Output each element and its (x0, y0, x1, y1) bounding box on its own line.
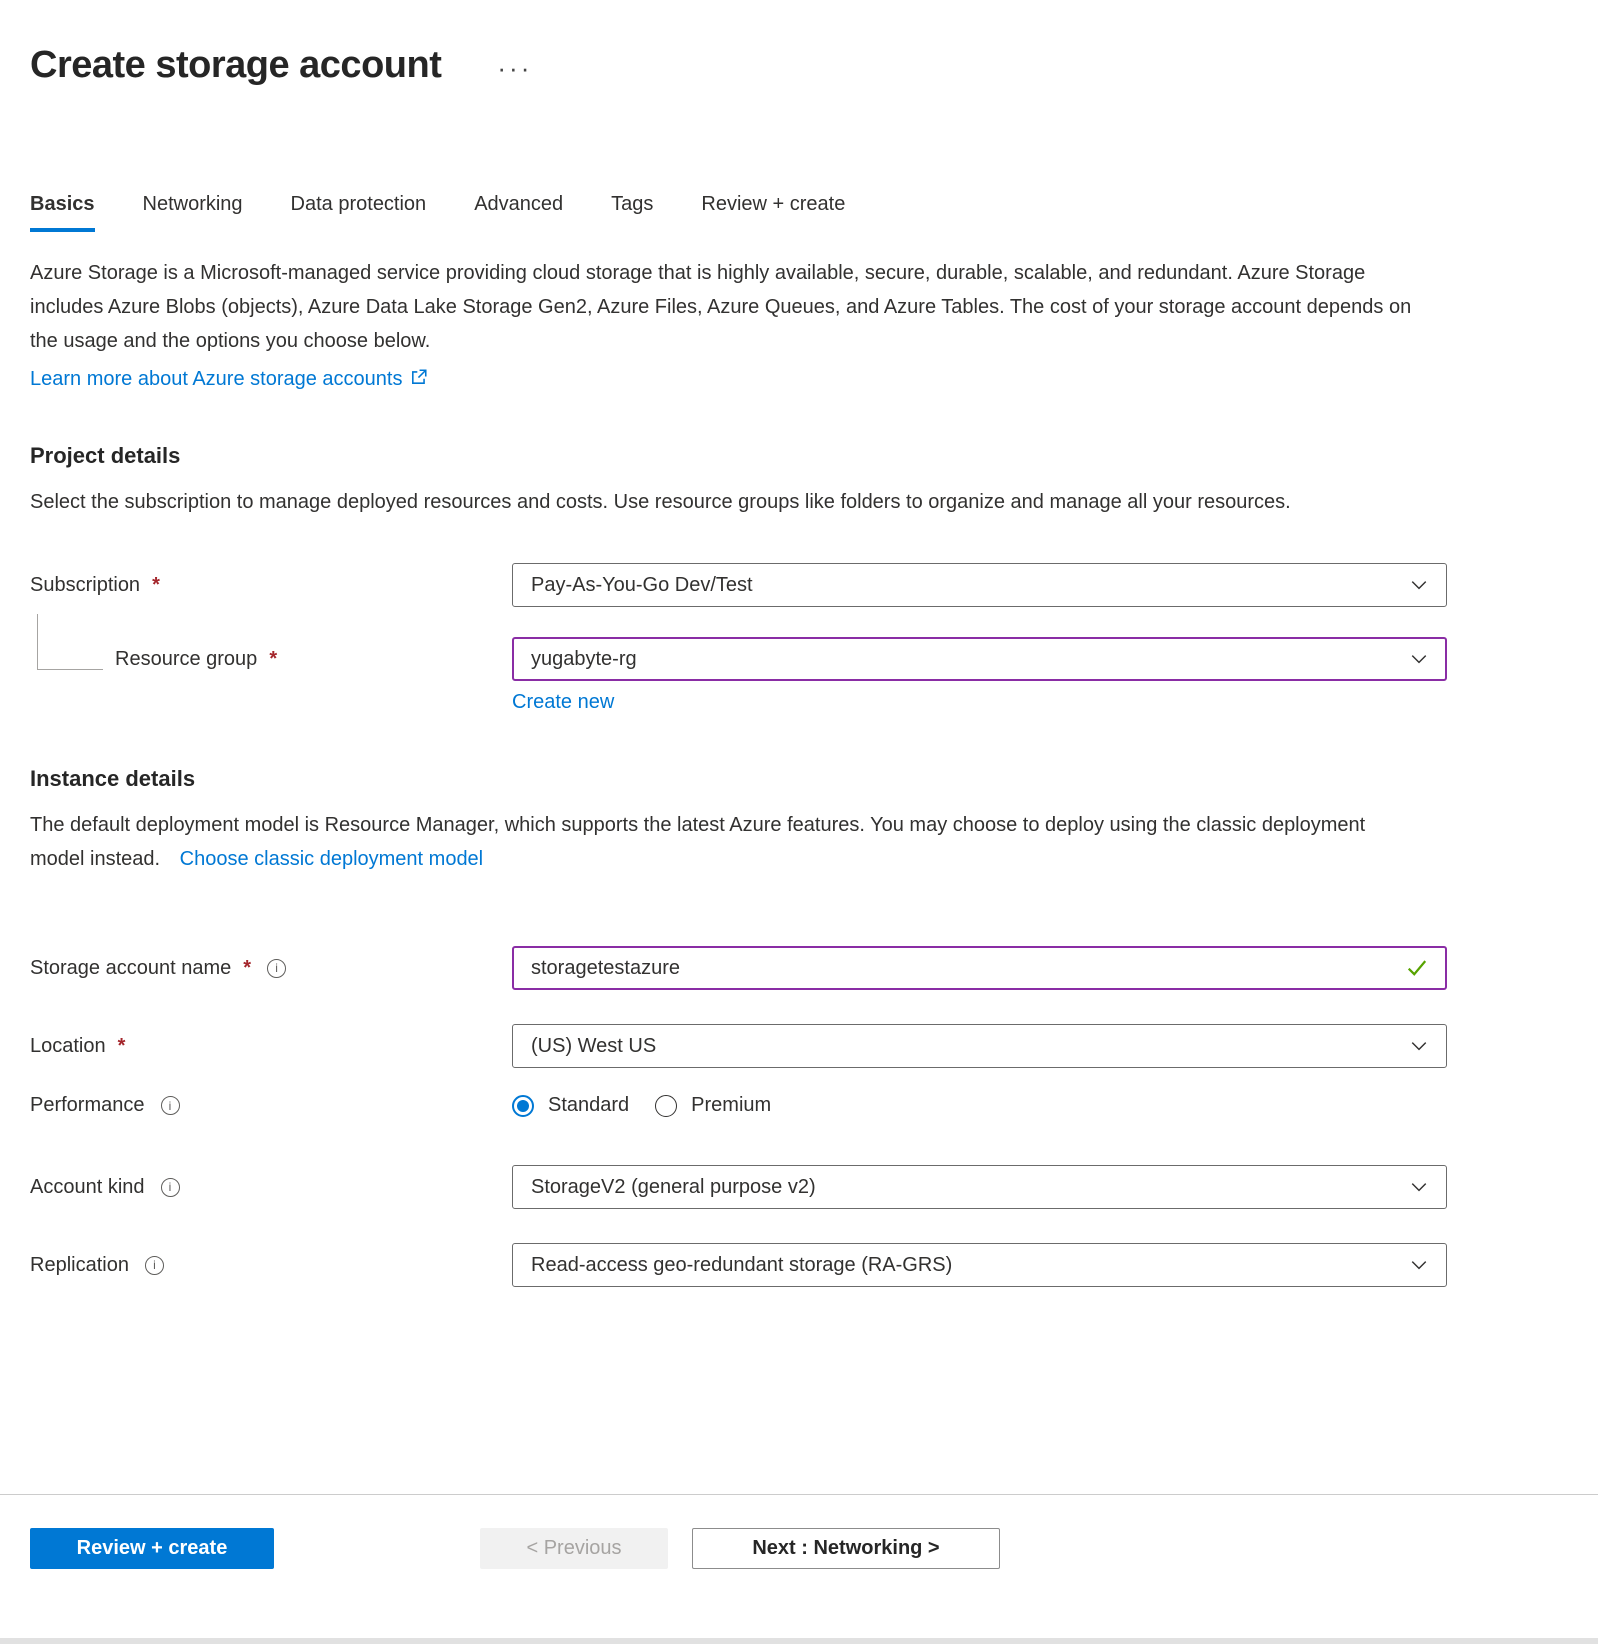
resource-group-label: Resource group (115, 648, 257, 671)
storage-account-name-row: Storage account name * i storagetestazur… (30, 946, 1447, 990)
page-header: Create storage account ··· (30, 44, 1447, 87)
subscription-dropdown[interactable]: Pay-As-You-Go Dev/Test (512, 563, 1447, 607)
performance-row: Performance i Standard Premium (30, 1094, 1447, 1117)
instance-details-heading: Instance details (30, 766, 1447, 792)
account-kind-value: StorageV2 (general purpose v2) (531, 1176, 1398, 1199)
tab-advanced[interactable]: Advanced (474, 193, 563, 228)
radio-premium-label: Premium (691, 1094, 771, 1117)
subscription-value: Pay-As-You-Go Dev/Test (531, 574, 1398, 597)
resource-group-value: yugabyte-rg (531, 648, 1398, 671)
external-link-icon (410, 363, 428, 397)
radio-button-icon (512, 1095, 534, 1117)
learn-more-link[interactable]: Learn more about Azure storage accounts (30, 361, 428, 397)
replication-value: Read-access geo-redundant storage (RA-GR… (531, 1254, 1398, 1277)
radio-standard[interactable]: Standard (512, 1094, 629, 1117)
create-storage-account-page: Create storage account ··· Basics Networ… (0, 44, 1598, 1287)
chevron-down-icon (1410, 650, 1428, 668)
info-icon[interactable]: i (267, 959, 286, 978)
chevron-down-icon (1410, 1037, 1428, 1055)
radio-standard-label: Standard (548, 1094, 629, 1117)
tab-networking[interactable]: Networking (143, 193, 243, 228)
required-asterisk: * (269, 648, 277, 671)
info-icon[interactable]: i (161, 1096, 180, 1115)
location-value: (US) West US (531, 1035, 1398, 1058)
footer-divider (0, 1494, 1598, 1495)
chevron-down-icon (1410, 1256, 1428, 1274)
storage-account-name-value: storagetestazure (531, 957, 1394, 980)
review-create-button[interactable]: Review + create (30, 1528, 274, 1569)
valid-checkmark-icon (1406, 957, 1428, 979)
previous-button[interactable]: < Previous (480, 1528, 668, 1569)
instance-details-description: The default deployment model is Resource… (30, 808, 1425, 876)
performance-radio-group: Standard Premium (512, 1094, 1447, 1117)
account-kind-row: Account kind i StorageV2 (general purpos… (30, 1165, 1447, 1209)
bottom-panel-edge (0, 1638, 1598, 1644)
intro-description: Azure Storage is a Microsoft-managed ser… (30, 256, 1425, 358)
required-asterisk: * (118, 1035, 126, 1058)
radio-premium[interactable]: Premium (655, 1094, 771, 1117)
replication-label: Replication (30, 1254, 129, 1277)
tab-data-protection[interactable]: Data protection (291, 193, 427, 228)
wizard-tabs: Basics Networking Data protection Advanc… (30, 193, 1447, 228)
info-icon[interactable]: i (161, 1178, 180, 1197)
info-icon[interactable]: i (145, 1256, 164, 1275)
replication-dropdown[interactable]: Read-access geo-redundant storage (RA-GR… (512, 1243, 1447, 1287)
create-new-link[interactable]: Create new (512, 691, 614, 714)
account-kind-label: Account kind (30, 1176, 145, 1199)
account-kind-dropdown[interactable]: StorageV2 (general purpose v2) (512, 1165, 1447, 1209)
radio-button-icon (655, 1095, 677, 1117)
project-details-description: Select the subscription to manage deploy… (30, 485, 1425, 519)
chevron-down-icon (1410, 576, 1428, 594)
replication-row: Replication i Read-access geo-redundant … (30, 1243, 1447, 1287)
tab-tags[interactable]: Tags (611, 193, 653, 228)
tab-review-create[interactable]: Review + create (701, 193, 845, 228)
next-networking-button[interactable]: Next : Networking > (692, 1528, 1000, 1569)
more-options-icon[interactable]: ··· (497, 59, 532, 73)
chevron-down-icon (1410, 1178, 1428, 1196)
learn-more-label: Learn more about Azure storage accounts (30, 362, 402, 396)
subscription-label: Subscription (30, 574, 140, 597)
resource-group-row: Resource group * yugabyte-rg (30, 637, 1447, 681)
location-dropdown[interactable]: (US) West US (512, 1024, 1447, 1068)
nesting-connector-line (37, 614, 103, 670)
subscription-row: Subscription * Pay-As-You-Go Dev/Test (30, 563, 1447, 607)
location-label: Location (30, 1035, 106, 1058)
tab-basics[interactable]: Basics (30, 193, 95, 228)
storage-account-name-label: Storage account name (30, 957, 231, 980)
classic-deployment-link[interactable]: Choose classic deployment model (180, 848, 484, 870)
resource-group-dropdown[interactable]: yugabyte-rg (512, 637, 1447, 681)
performance-label: Performance (30, 1094, 145, 1117)
project-details-heading: Project details (30, 443, 1447, 469)
required-asterisk: * (152, 574, 160, 597)
location-row: Location * (US) West US (30, 1024, 1447, 1068)
storage-account-name-input[interactable]: storagetestazure (512, 946, 1447, 990)
wizard-footer: Review + create < Previous Next : Networ… (30, 1528, 1000, 1569)
page-title: Create storage account (30, 44, 441, 87)
required-asterisk: * (243, 957, 251, 980)
